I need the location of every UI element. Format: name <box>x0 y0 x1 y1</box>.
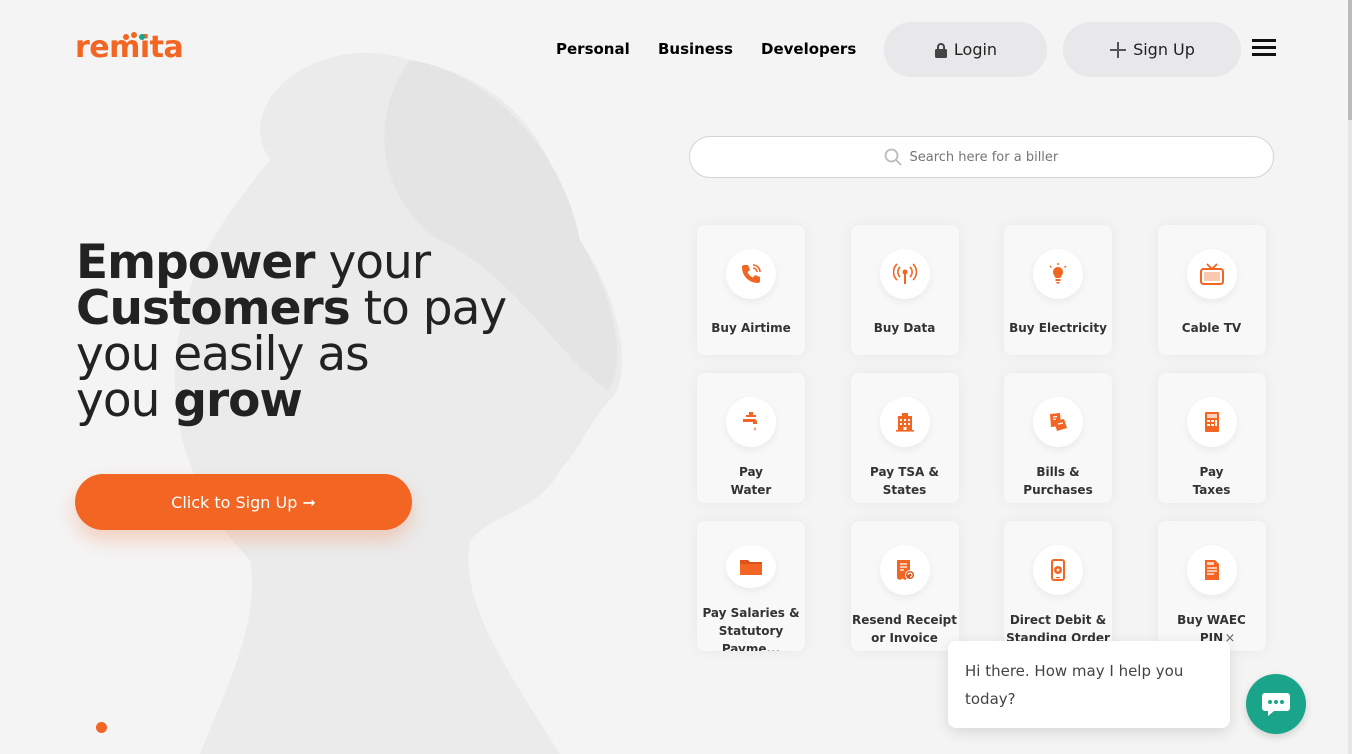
menu-icon[interactable] <box>1252 39 1276 57</box>
tax-icon <box>1204 412 1219 432</box>
headline-text: you <box>76 373 174 428</box>
waec-icon <box>1204 560 1219 580</box>
chat-launcher-button[interactable] <box>1246 674 1306 734</box>
biller-search[interactable] <box>689 136 1274 178</box>
service-resend-receipt[interactable]: Resend Receipt or Invoice <box>850 521 959 651</box>
chat-icon <box>1262 693 1290 716</box>
login-label: Login <box>953 40 998 59</box>
service-icon-wrap <box>726 249 776 299</box>
service-pay-tsa-states[interactable]: Pay TSA & States <box>850 373 959 503</box>
cta-signup-button[interactable]: Click to Sign Up ➞ <box>75 474 412 530</box>
service-icon-wrap <box>879 397 930 447</box>
service-label: Pay Salaries & Statutory Payme... <box>702 606 800 651</box>
phone-icon <box>742 264 761 283</box>
service-label: Buy Electricity <box>1009 321 1107 335</box>
logo-dots-icon <box>123 32 145 40</box>
service-pay-taxes[interactable]: Pay Taxes <box>1157 373 1266 503</box>
service-icon-wrap <box>1033 397 1083 447</box>
bill-icon <box>1050 413 1067 431</box>
service-label: Buy Airtime <box>711 321 791 335</box>
hero-headline: Empower your Customers to pay you easily… <box>76 239 636 424</box>
service-icon-wrap <box>1033 545 1083 595</box>
service-cable-tv[interactable]: Cable TV <box>1157 225 1266 355</box>
signal-icon <box>892 263 917 284</box>
service-icon-wrap <box>1033 249 1083 299</box>
chat-close-icon[interactable]: × <box>1221 630 1239 648</box>
site-header: remita Personal Business Developers Logi… <box>0 0 1352 100</box>
login-button[interactable]: Login <box>884 22 1047 77</box>
service-icon-wrap <box>726 397 776 447</box>
service-buy-electricity[interactable]: Buy Electricity <box>1004 225 1112 355</box>
page-scrollbar[interactable] <box>1348 0 1352 754</box>
search-icon <box>884 148 902 166</box>
chat-greeting-bubble[interactable]: Hi there. How may I help you today? <box>948 641 1230 728</box>
service-direct-debit[interactable]: Direct Debit & Standing Order <box>1004 521 1112 651</box>
service-label: Cable TV <box>1181 321 1242 335</box>
service-label: Pay TSA & States <box>870 465 939 497</box>
lock-icon <box>934 42 947 58</box>
signup-label: Sign Up <box>1133 40 1195 59</box>
headline-word: grow <box>173 373 303 428</box>
headline-text: to pay <box>349 281 508 336</box>
service-icon-wrap <box>726 545 776 589</box>
nav-developers[interactable]: Developers <box>761 40 856 58</box>
menu-bar <box>1252 39 1276 42</box>
service-label: Pay Taxes <box>1192 465 1231 497</box>
receipt-icon <box>896 560 915 580</box>
menu-bar <box>1252 46 1276 49</box>
signup-button[interactable]: Sign Up <box>1063 22 1241 77</box>
service-label: Bills & Purchases <box>1023 465 1093 497</box>
service-icon-wrap <box>1186 545 1237 595</box>
service-icon-wrap <box>879 249 930 299</box>
tv-icon <box>1199 263 1224 285</box>
carousel-dot[interactable] <box>96 722 107 733</box>
service-icon-wrap <box>1186 249 1237 299</box>
service-buy-waec-pin[interactable]: Buy WAEC PIN <box>1157 521 1266 651</box>
menu-bar <box>1252 53 1276 56</box>
service-bills-purchases[interactable]: Bills & Purchases <box>1004 373 1112 503</box>
service-label: Pay Water <box>730 465 772 497</box>
search-input[interactable] <box>909 149 1080 165</box>
service-icon-wrap <box>879 545 930 595</box>
mobile-debit-icon <box>1051 559 1065 581</box>
service-label: Buy Data <box>873 321 936 335</box>
plus-icon <box>1110 41 1127 58</box>
nav-business[interactable]: Business <box>658 40 733 58</box>
nav-personal[interactable]: Personal <box>556 40 630 58</box>
tap-icon <box>743 412 757 431</box>
services-grid: Buy Airtime Buy Data Buy Electricity Cab… <box>697 225 1267 651</box>
folder-icon <box>740 559 762 575</box>
building-icon <box>895 413 914 432</box>
service-label: Resend Receipt or Invoice <box>851 613 958 645</box>
service-pay-water[interactable]: Pay Water <box>697 373 805 503</box>
service-icon-wrap <box>1186 397 1237 447</box>
service-pay-salaries[interactable]: Pay Salaries & Statutory Payme... <box>697 521 805 651</box>
service-buy-data[interactable]: Buy Data <box>850 225 959 355</box>
bulb-icon <box>1049 263 1067 284</box>
service-buy-airtime[interactable]: Buy Airtime <box>697 225 805 355</box>
scrollbar-thumb[interactable] <box>1348 0 1352 120</box>
chat-message: Hi there. How may I help you today? <box>965 662 1184 708</box>
